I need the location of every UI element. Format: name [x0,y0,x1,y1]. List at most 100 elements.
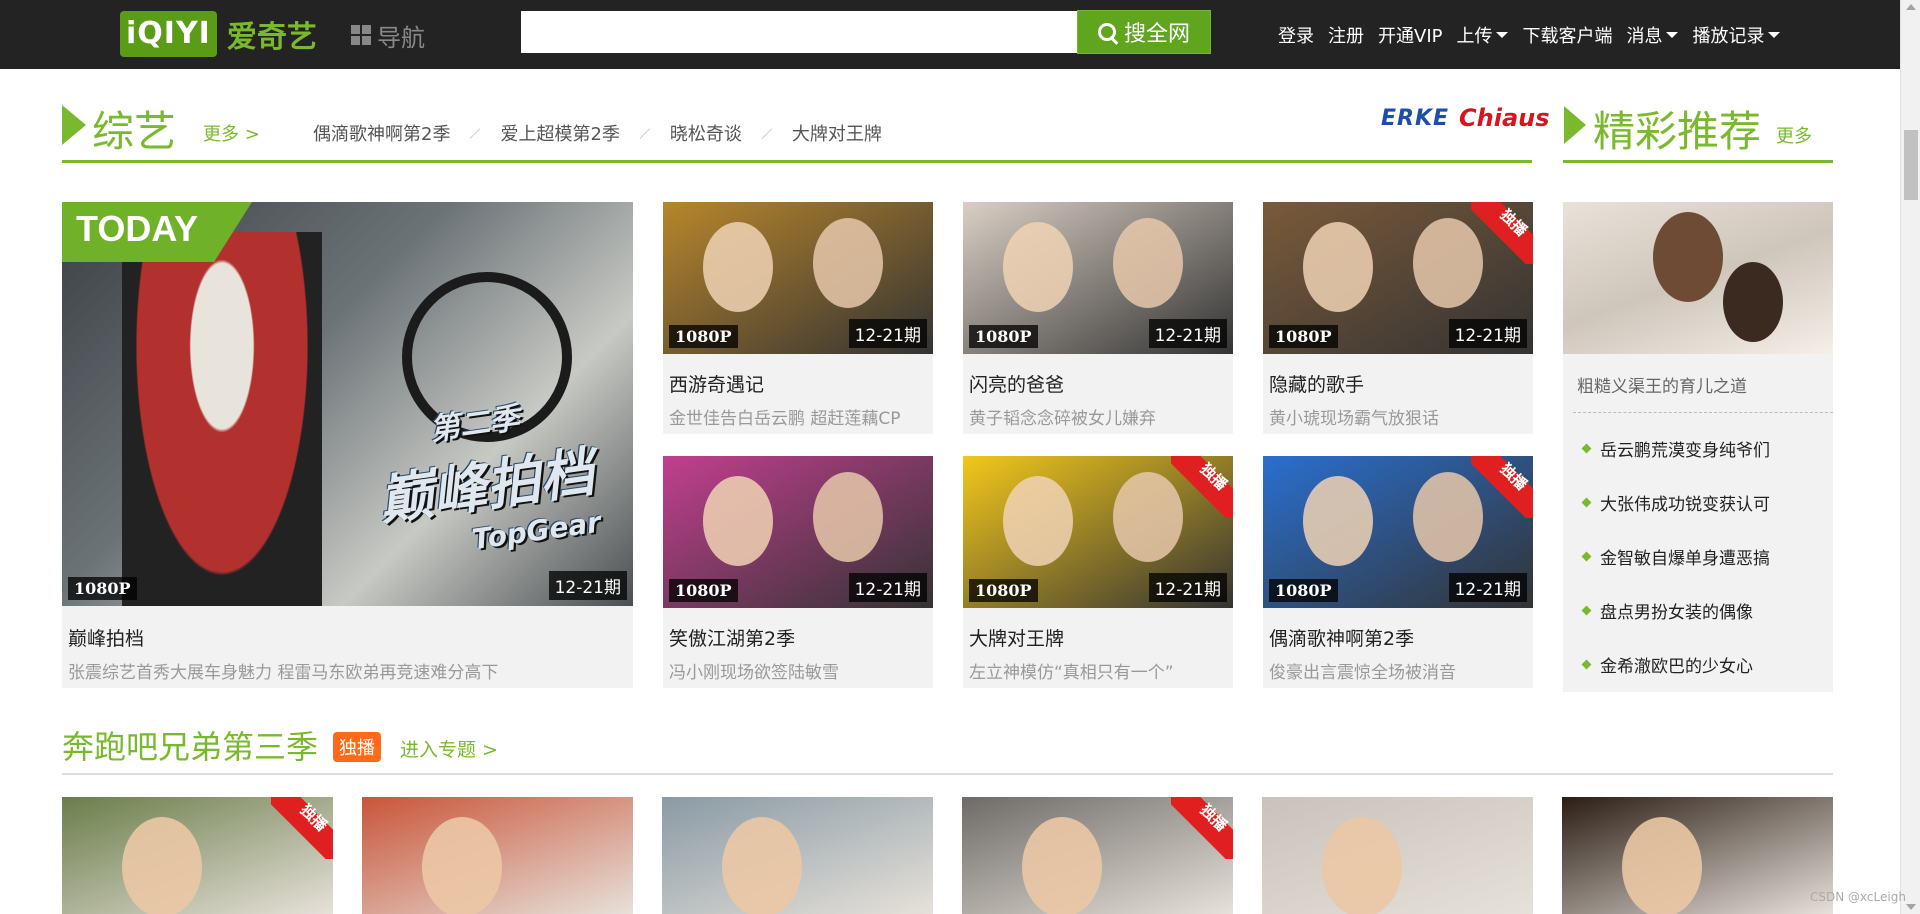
variety-tag[interactable]: 大牌对王牌 [792,120,882,146]
video-card[interactable]: 独播 1080P 12-21期 偶滴歌神啊第2季 俊豪出言震惊全场被消音 [1263,456,1533,688]
variety-tag[interactable]: 爱上超模第2季 [500,120,619,146]
card-title[interactable]: 隐藏的歌手 [1269,370,1364,397]
dashed-divider [1573,412,1833,413]
video-card[interactable]: 独播 1080P 12-21期 隐藏的歌手 黄小琥现场霸气放狠话 [1263,202,1533,434]
running-man-thumbnail[interactable] [662,797,933,914]
video-thumbnail: 独播 1080P 12-21期 [1263,202,1533,354]
episode-badge: 12-21期 [1448,319,1527,348]
face-figure [703,476,773,566]
recommend-item-label: 盘点男扮女装的偶像 [1600,603,1753,623]
recommend-feature-thumbnail[interactable] [1563,202,1833,354]
card-description[interactable]: 黄子韬念念碎被女儿嫌弃 [969,404,1156,429]
history-menu[interactable]: 播放记录 [1692,22,1781,48]
scrollbar-thumb[interactable] [1904,130,1918,200]
messages-label: 消息 [1626,26,1663,47]
vip-link[interactable]: 开通VIP [1378,22,1442,48]
recommend-list-item[interactable]: 金智敏自爆单身遭恶搞 [1581,544,1770,569]
variety-tag[interactable]: 晓松奇谈 [670,120,742,146]
history-label: 播放记录 [1692,26,1765,47]
video-thumbnail: 独播 1080P 12-21期 [1263,456,1533,608]
recommend-section-divider [1563,160,1833,163]
chevron-down-icon [1496,32,1509,38]
bullet-icon [1581,443,1592,454]
scroll-up-arrow-icon[interactable] [1906,4,1916,10]
card-description[interactable]: 黄小琥现场霸气放狠话 [1269,404,1439,429]
scroll-down-arrow-icon[interactable] [1906,904,1916,910]
recommend-list-item[interactable]: 金希澈欧巴的少女心 [1581,652,1753,677]
quality-badge: 1080P [669,579,738,602]
tag-separator [470,127,481,139]
login-link[interactable]: 登录 [1278,22,1314,48]
card-title[interactable]: 闪亮的爸爸 [969,370,1064,397]
iqiyi-logo[interactable]: iQIYI 爱奇艺 [120,8,317,60]
card-title[interactable]: 大牌对王牌 [969,624,1064,651]
upload-label: 上传 [1456,26,1493,47]
face-figure [1322,817,1402,914]
card-title[interactable]: 偶滴歌神啊第2季 [1269,624,1414,651]
recommend-more-link[interactable]: 更多 [1776,122,1812,148]
recommend-list-item[interactable]: 大张伟成功锐变获认可 [1581,490,1770,515]
face-figure [703,222,773,312]
erke-logo: ERKE [1381,105,1450,131]
running-man-thumbnail[interactable]: 独播 [962,797,1233,914]
card-description[interactable]: 冯小刚现场欲签陆敏雪 [669,658,839,683]
quality-badge: 1080P [969,325,1038,348]
face-figure [1003,476,1073,566]
bullet-icon [1581,497,1592,508]
card-description[interactable]: 左立神模仿“真相只有一个” [969,658,1174,683]
video-thumbnail: 1080P 12-21期 [663,456,933,608]
video-card[interactable]: 独播 1080P 12-21期 大牌对王牌 左立神模仿“真相只有一个” [963,456,1233,688]
video-thumbnail: 独播 1080P 12-21期 [963,456,1233,608]
variety-tag[interactable]: 偶滴歌神啊第2季 [313,120,450,146]
card-title[interactable]: 笑傲江湖第2季 [669,624,795,651]
card-title[interactable]: 巅峰拍档 [68,624,144,651]
top-navigation-bar: iQIYI 爱奇艺 导航 搜全网 登录 注册 开通VIP 上传 下载客户端 消息… [0,0,1900,69]
variety-more-link[interactable]: 更多 > [203,120,260,146]
watermark: CSDN @xcLeigh [1810,890,1906,904]
running-man-thumbnail[interactable]: 独播 [62,797,333,914]
download-client-link[interactable]: 下载客户端 [1522,22,1612,48]
messages-menu[interactable]: 消息 [1626,22,1679,48]
grid-icon [351,25,371,45]
video-thumbnail: 1080P 12-21期 [963,202,1233,354]
chiaus-logo: Chiaus [1459,104,1550,132]
video-card[interactable]: 1080P 12-21期 闪亮的爸爸 黄子韬念念碎被女儿嫌弃 [963,202,1233,434]
vertical-scrollbar[interactable] [1900,0,1920,914]
bullet-icon [1581,551,1592,562]
exclusive-corner-label: 独播 [1196,800,1231,835]
variety-tag-list: 偶滴歌神啊第2季 爱上超模第2季 晓松奇谈 大牌对王牌 [313,120,882,146]
quality-badge: 1080P [1269,579,1338,602]
card-title[interactable]: 西游奇遇记 [669,370,764,397]
card-description[interactable]: 俊豪出言震惊全场被消音 [1269,658,1456,683]
recommend-list-item[interactable]: 盘点男扮女装的偶像 [1581,598,1753,623]
bullet-icon [1581,605,1592,616]
enter-topic-link[interactable]: 进入专题 > [400,735,498,762]
search-button[interactable]: 搜全网 [1077,10,1211,54]
quality-badge: 1080P [1269,325,1338,348]
upload-menu[interactable]: 上传 [1456,22,1509,48]
nav-menu-button[interactable]: 导航 [351,12,461,58]
face-figure [1303,476,1373,566]
sponsor-logos[interactable]: ERKE Chiaus [1381,104,1550,132]
featured-video-card[interactable]: 第二季 巅峰拍档 TopGear TODAY 1080P 12-21期 巅峰拍档… [62,202,633,688]
video-thumbnail: 1080P 12-21期 [663,202,933,354]
register-link[interactable]: 注册 [1328,22,1364,48]
recommend-list-item[interactable]: 岳云鹏荒漠变身纯爷们 [1581,436,1770,461]
exclusive-corner-badge: 独播 [1171,456,1233,518]
quality-badge: 1080P [969,579,1038,602]
tag-separator [761,127,773,139]
running-man-section-title: 奔跑吧兄弟第三季 [62,728,319,766]
search-input[interactable] [521,11,1077,53]
running-man-thumbnail[interactable] [1562,797,1833,914]
running-man-thumbnail[interactable] [362,797,633,914]
card-description[interactable]: 金世佳告白岳云鹏 超赶莲藕CP [669,404,901,429]
recommend-section-title: 精彩推荐 [1593,107,1762,156]
recommend-feature-caption[interactable]: 粗糙义渠王的育儿之道 [1577,372,1747,397]
nav-menu-label: 导航 [377,23,425,52]
video-card[interactable]: 1080P 12-21期 笑傲江湖第2季 冯小刚现场欲签陆敏雪 [663,456,933,688]
face-figure [813,472,883,562]
running-man-thumbnail[interactable] [1262,797,1533,914]
exclusive-corner-badge: 独播 [1471,456,1533,518]
video-card[interactable]: 1080P 12-21期 西游奇遇记 金世佳告白岳云鹏 超赶莲藕CP [663,202,933,434]
card-description[interactable]: 张震综艺首秀大展车身魅力 程雷马东欧弟再竞速难分高下 [68,658,498,683]
